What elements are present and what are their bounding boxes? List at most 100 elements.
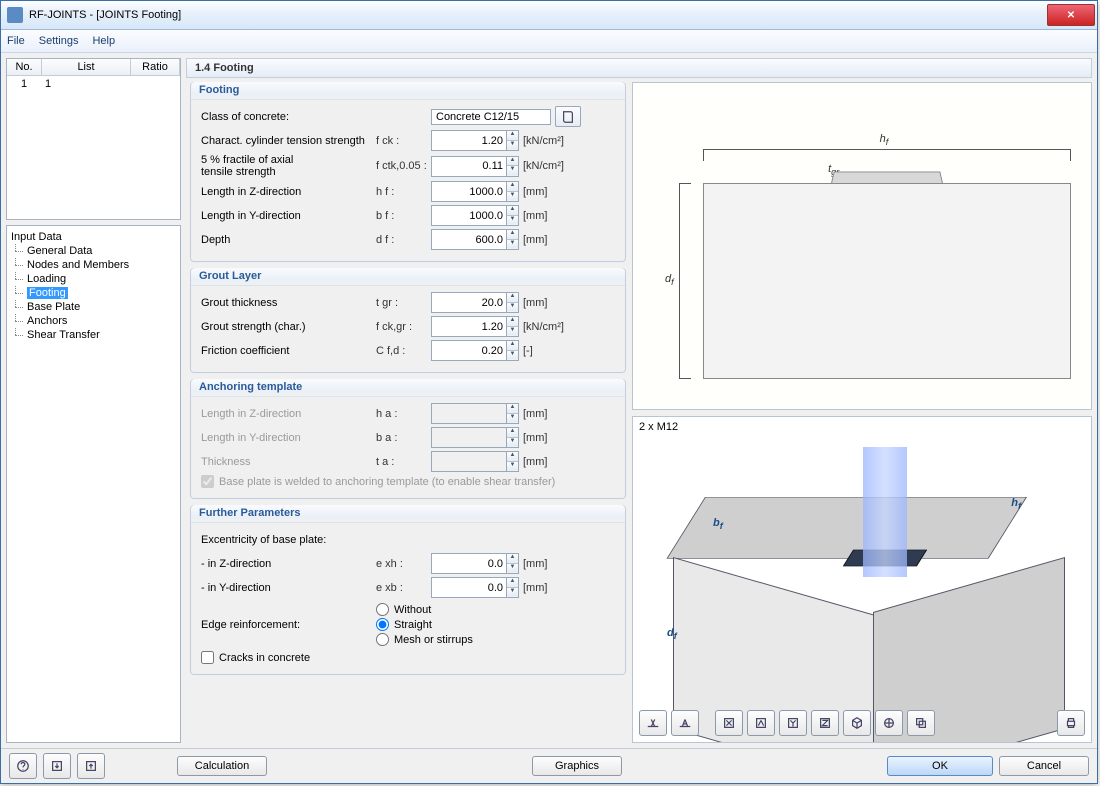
col-ratio[interactable]: Ratio: [131, 59, 180, 75]
unit-tgr: [mm]: [523, 297, 547, 309]
view-xi-icon[interactable]: [747, 710, 775, 736]
unit-cfd: [-]: [523, 345, 533, 357]
radio-straight-row[interactable]: Straight: [376, 618, 615, 631]
copy-icon[interactable]: [907, 710, 935, 736]
col-list[interactable]: List: [42, 59, 131, 75]
lbl-edge: Edge reinforcement:: [201, 619, 376, 631]
input-cfd[interactable]: [431, 340, 506, 361]
view-x-icon[interactable]: [715, 710, 743, 736]
input-fck[interactable]: [431, 130, 506, 151]
view-zi-icon[interactable]: [811, 710, 839, 736]
group-anchoring-title: Anchoring template: [191, 379, 625, 397]
spin-ez[interactable]: ▲▼: [506, 553, 519, 574]
menu-settings[interactable]: Settings: [39, 35, 79, 47]
spin-ha: ▲▼: [506, 403, 519, 424]
iso-icon[interactable]: [843, 710, 871, 736]
lbl-tgr: Grout thickness: [201, 297, 376, 309]
sym-fck: f ck :: [376, 135, 431, 147]
spin-ta: ▲▼: [506, 451, 519, 472]
input-ez[interactable]: [431, 553, 506, 574]
lbl-fck: Charact. cylinder tension strength: [201, 135, 376, 147]
unit-ta: [mm]: [523, 456, 547, 468]
help-button[interactable]: [9, 753, 37, 779]
canvas-elevation[interactable]: hf tgr df: [632, 82, 1092, 410]
menubar: File Settings Help: [1, 30, 1097, 53]
col-no[interactable]: No.: [7, 59, 42, 75]
menu-file[interactable]: File: [7, 35, 25, 47]
case-table[interactable]: No. List Ratio 1 1: [6, 58, 181, 220]
unit-fctk: [kN/cm²]: [523, 160, 564, 172]
spin-cfd[interactable]: ▲▼: [506, 340, 519, 361]
graphics-button[interactable]: Graphics: [532, 756, 622, 776]
axis-a-icon[interactable]: [671, 710, 699, 736]
sym-ta: t a :: [376, 456, 431, 468]
chk-cracks[interactable]: [201, 651, 214, 664]
cancel-button[interactable]: Cancel: [999, 756, 1089, 776]
input-tgr[interactable]: [431, 292, 506, 313]
table-row[interactable]: 1 1: [7, 76, 180, 92]
chk-weld-row: Base plate is welded to anchoring templa…: [201, 475, 615, 488]
unit-fckgr: [kN/cm²]: [523, 321, 564, 333]
sym-bf: b f :: [376, 210, 431, 222]
cell-list: 1: [41, 76, 132, 92]
print-icon[interactable]: [1057, 710, 1085, 736]
section-title: 1.4 Footing: [186, 58, 1092, 78]
input-hf[interactable]: [431, 181, 506, 202]
spin-fck[interactable]: ▲▼: [506, 130, 519, 151]
group-footing-title: Footing: [191, 82, 625, 100]
lbl-ey: - in Y-direction: [201, 582, 376, 594]
left-column: No. List Ratio 1 1 Input Data General Da…: [6, 58, 181, 743]
input-bf[interactable]: [431, 205, 506, 226]
sym-ba: b a :: [376, 432, 431, 444]
group-footing: Footing Class of concrete: Concrete C12/…: [190, 82, 626, 262]
canvas-3d[interactable]: 2 x M12 hf bf df: [632, 416, 1092, 744]
cell-no: 1: [7, 76, 41, 92]
tree-item-shear: Shear Transfer: [9, 328, 178, 342]
lbl-ta: Thickness: [201, 456, 376, 468]
radio-straight[interactable]: [376, 618, 389, 631]
lbl-ba: Length in Y-direction: [201, 432, 376, 444]
wireframe-icon[interactable]: [875, 710, 903, 736]
sym-df: d f :: [376, 234, 431, 246]
input-fctk[interactable]: [431, 156, 506, 177]
tree-item-anchors: Anchors: [9, 314, 178, 328]
column-shape: [863, 447, 907, 577]
titlebar: RF-JOINTS - [JOINTS Footing] ✕: [1, 1, 1097, 30]
table-header: No. List Ratio: [7, 59, 180, 76]
ok-button[interactable]: OK: [887, 756, 993, 776]
spin-tgr[interactable]: ▲▼: [506, 292, 519, 313]
lbl-ecc: Excentricity of base plate:: [201, 534, 326, 546]
input-ey[interactable]: [431, 577, 506, 598]
spin-fctk[interactable]: ▲▼: [506, 156, 519, 177]
spin-df[interactable]: ▲▼: [506, 229, 519, 250]
menu-help[interactable]: Help: [92, 35, 115, 47]
view-yi-icon[interactable]: [779, 710, 807, 736]
axis-x-icon[interactable]: [639, 710, 667, 736]
radio-without-row[interactable]: Without: [376, 603, 615, 616]
close-button[interactable]: ✕: [1047, 4, 1095, 26]
nav-tree[interactable]: Input Data General Data Nodes and Member…: [6, 225, 181, 743]
spin-ey[interactable]: ▲▼: [506, 577, 519, 598]
input-df[interactable]: [431, 229, 506, 250]
calculation-button[interactable]: Calculation: [177, 756, 267, 776]
radio-mesh-row[interactable]: Mesh or stirrups: [376, 633, 615, 646]
group-further: Further Parameters Excentricity of base …: [190, 505, 626, 675]
group-grout-title: Grout Layer: [191, 268, 625, 286]
concrete-class-dropdown[interactable]: Concrete C12/15: [431, 109, 551, 125]
export-button[interactable]: [77, 753, 105, 779]
tree-root[interactable]: Input Data: [9, 230, 178, 244]
radio-mesh[interactable]: [376, 633, 389, 646]
spin-bf[interactable]: ▲▼: [506, 205, 519, 226]
radio-without[interactable]: [376, 603, 389, 616]
sym-ez: e xh :: [376, 558, 431, 570]
import-button[interactable]: [43, 753, 71, 779]
spin-hf[interactable]: ▲▼: [506, 181, 519, 202]
sym-hf: h f :: [376, 186, 431, 198]
app-icon: [7, 7, 23, 23]
unit-ba: [mm]: [523, 432, 547, 444]
chk-cracks-row[interactable]: Cracks in concrete: [201, 651, 615, 664]
concrete-library-button[interactable]: [555, 106, 581, 127]
sym-ey: e xb :: [376, 582, 431, 594]
input-fckgr[interactable]: [431, 316, 506, 337]
spin-fckgr[interactable]: ▲▼: [506, 316, 519, 337]
